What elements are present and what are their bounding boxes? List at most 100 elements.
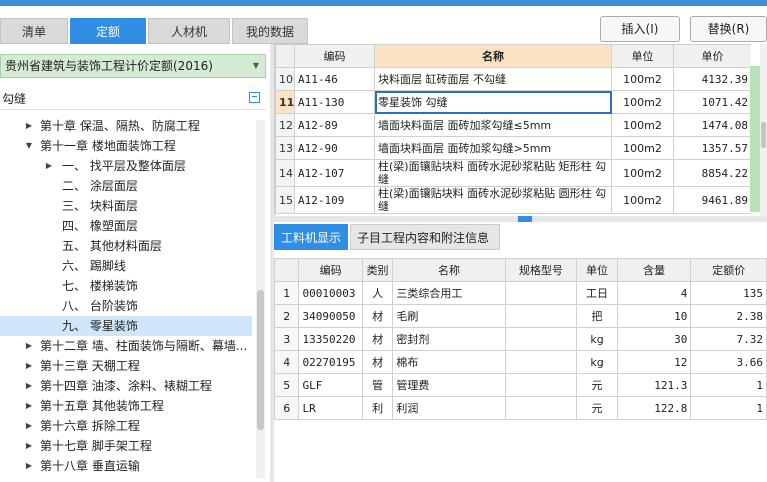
quota-unit-cell[interactable]: 100m2 xyxy=(611,67,674,91)
quota-price-cell[interactable]: 1357.57 xyxy=(673,136,751,160)
res-row-index[interactable]: 3 xyxy=(274,327,300,351)
tree-node[interactable]: ▶ 第十三章 天棚工程 xyxy=(0,356,252,376)
resource-row[interactable]: 3 13350220 材密封剂 kg 30 7.32 xyxy=(274,327,767,351)
res-qty-cell[interactable]: 4 xyxy=(616,281,692,305)
res-name-cell[interactable]: 棉布 xyxy=(392,350,506,374)
quota-name-cell[interactable]: 柱(梁)面镶贴块料 面砖水泥砂浆粘贴 圆形柱 勾缝 xyxy=(374,186,612,214)
tree-node[interactable]: ▶ 第十四章 油漆、涂料、裱糊工程 xyxy=(0,376,252,396)
tree-node[interactable]: ▶ 第十七章 脚手架工程 xyxy=(0,436,252,456)
res-spec-cell[interactable] xyxy=(504,327,578,351)
res-row-index[interactable]: 2 xyxy=(274,304,300,328)
tree-node[interactable]: ▶ 第十八章 垂直运输 xyxy=(0,456,252,476)
res-code-cell[interactable]: 00010003 xyxy=(298,281,363,305)
expand-arrow-icon[interactable]: ▶ xyxy=(24,456,34,476)
quota-unit-cell[interactable]: 100m2 xyxy=(611,113,674,137)
quota-code-cell[interactable]: A12-90 xyxy=(294,136,375,160)
quota-row-index[interactable]: 12 xyxy=(275,113,295,137)
res-unit-cell[interactable]: kg xyxy=(576,350,618,374)
quota-price-cell[interactable]: 1071.42 xyxy=(673,90,751,114)
res-category-cell[interactable]: 管 xyxy=(361,373,394,397)
expand-arrow-icon[interactable]: ▶ xyxy=(24,356,34,376)
quota-price-cell[interactable]: 9461.89 xyxy=(673,186,751,214)
res-price-cell[interactable]: 135 xyxy=(690,281,767,305)
tree-node[interactable]: 二、 涂层面层 xyxy=(0,176,252,196)
res-code-cell[interactable]: 34090050 xyxy=(298,304,363,328)
quota-row-index[interactable]: 10 xyxy=(275,67,295,91)
horizontal-splitter[interactable] xyxy=(274,216,767,222)
expand-arrow-icon[interactable]: ▶ xyxy=(24,116,34,136)
res-row-index[interactable]: 1 xyxy=(274,281,300,305)
res-spec-cell[interactable] xyxy=(504,281,578,305)
collapse-arrow-icon[interactable]: ▼ xyxy=(24,136,34,156)
expand-arrow-icon[interactable]: ▶ xyxy=(24,436,34,456)
tree-node[interactable]: 七、 楼梯装饰 xyxy=(0,276,252,296)
tab-work-content[interactable]: 子目工程内容和附注信息 xyxy=(350,224,500,250)
quota-unit-cell[interactable]: 100m2 xyxy=(611,136,674,160)
quota-grid-scrollbar[interactable] xyxy=(760,44,767,216)
resource-row[interactable]: 5 GLF 管管理费 元 121.3 1 xyxy=(274,373,767,397)
tree-node[interactable]: ▶ 第十二章 墙、柱面装饰与隔断、幕墙... xyxy=(0,336,252,356)
resource-row[interactable]: 2 34090050 材毛刷 把 10 2.38 xyxy=(274,304,767,328)
expand-arrow-icon[interactable]: ▶ xyxy=(24,376,34,396)
quota-library-select[interactable]: 贵州省建筑与装饰工程计价定额(2016) ▼ xyxy=(0,54,266,78)
res-unit-cell[interactable]: 工日 xyxy=(576,281,618,305)
res-name-cell[interactable]: 管理费 xyxy=(392,373,506,397)
res-unit-cell[interactable]: 元 xyxy=(576,396,618,420)
res-unit-cell[interactable]: 元 xyxy=(576,373,618,397)
res-header-price[interactable]: 定额价 xyxy=(690,258,767,282)
res-row-index[interactable]: 4 xyxy=(274,350,300,374)
res-name-cell[interactable]: 毛刷 xyxy=(392,304,506,328)
res-header-name[interactable]: 名称 xyxy=(392,258,506,282)
res-header-code[interactable]: 编码 xyxy=(298,258,363,282)
quota-header-name[interactable]: 名称 xyxy=(374,44,612,68)
res-category-cell[interactable]: 人 xyxy=(361,281,394,305)
expand-arrow-icon[interactable]: ▶ xyxy=(24,336,34,356)
quota-price-cell[interactable]: 1474.08 xyxy=(673,113,751,137)
tab-my-data[interactable]: 我的数据 xyxy=(232,18,308,44)
quota-price-cell[interactable]: 8854.22 xyxy=(673,159,751,187)
res-header-spec[interactable]: 规格型号 xyxy=(504,258,578,282)
quota-code-cell[interactable]: A12-89 xyxy=(294,113,375,137)
expand-arrow-icon[interactable]: ▶ xyxy=(24,396,34,416)
quota-name-cell[interactable]: 块料面层 缸砖面层 不勾缝 xyxy=(374,67,612,91)
res-header-category[interactable]: 类别 xyxy=(361,258,394,282)
tree-node[interactable]: 五、 其他材料面层 xyxy=(0,236,252,256)
quota-code-cell[interactable]: A11-130 xyxy=(294,90,375,114)
res-header-unit[interactable]: 单位 xyxy=(576,258,618,282)
res-name-cell[interactable]: 利润 xyxy=(392,396,506,420)
tab-bill[interactable]: 清单 xyxy=(0,18,68,44)
res-category-cell[interactable]: 材 xyxy=(361,350,394,374)
res-price-cell[interactable]: 1 xyxy=(690,396,767,420)
tab-resource-display[interactable]: 工料机显示 xyxy=(274,224,348,250)
res-price-cell[interactable]: 3.66 xyxy=(690,350,767,374)
tree-node[interactable]: 四、 橡塑面层 xyxy=(0,216,252,236)
res-qty-cell[interactable]: 121.3 xyxy=(616,373,692,397)
res-code-cell[interactable]: 13350220 xyxy=(298,327,363,351)
quota-code-cell[interactable]: A11-46 xyxy=(294,67,375,91)
quota-row-index[interactable]: 14 xyxy=(275,159,295,187)
res-name-cell[interactable]: 三类综合用工 xyxy=(392,281,506,305)
res-qty-cell[interactable]: 30 xyxy=(616,327,692,351)
tree-node[interactable]: 八、 台阶装饰 xyxy=(0,296,252,316)
expand-arrow-icon[interactable]: ▶ xyxy=(44,156,54,176)
quota-unit-cell[interactable]: 100m2 xyxy=(611,159,674,187)
resource-row[interactable]: 1 00010003 人三类综合用工 工日 4 135 xyxy=(274,281,767,305)
res-code-cell[interactable]: 02270195 xyxy=(298,350,363,374)
quota-name-cell[interactable]: 墙面块料面层 面砖加浆勾缝≤5mm xyxy=(374,113,612,137)
resource-row[interactable]: 4 02270195 材棉布 kg 12 3.66 xyxy=(274,350,767,374)
tree-node[interactable]: 六、 踢脚线 xyxy=(0,256,252,276)
quota-row-index[interactable]: 15 xyxy=(275,186,295,214)
res-unit-cell[interactable]: 把 xyxy=(576,304,618,328)
quota-name-cell[interactable]: 零星装饰 勾缝 xyxy=(374,90,612,114)
res-code-cell[interactable]: LR xyxy=(298,396,363,420)
dropdown-arrow-icon[interactable]: ▼ xyxy=(253,55,259,77)
res-spec-cell[interactable] xyxy=(504,304,578,328)
quota-code-cell[interactable]: A12-107 xyxy=(294,159,375,187)
quota-header-price[interactable]: 单价 xyxy=(673,44,751,68)
res-header-qty[interactable]: 含量 xyxy=(616,258,692,282)
collapse-all-icon[interactable] xyxy=(249,92,260,103)
tree-scrollbar-thumb[interactable] xyxy=(257,290,264,430)
res-spec-cell[interactable] xyxy=(504,373,578,397)
search-input[interactable]: 勾缝 xyxy=(0,88,266,110)
tree-node[interactable]: 三、 块料面层 xyxy=(0,196,252,216)
